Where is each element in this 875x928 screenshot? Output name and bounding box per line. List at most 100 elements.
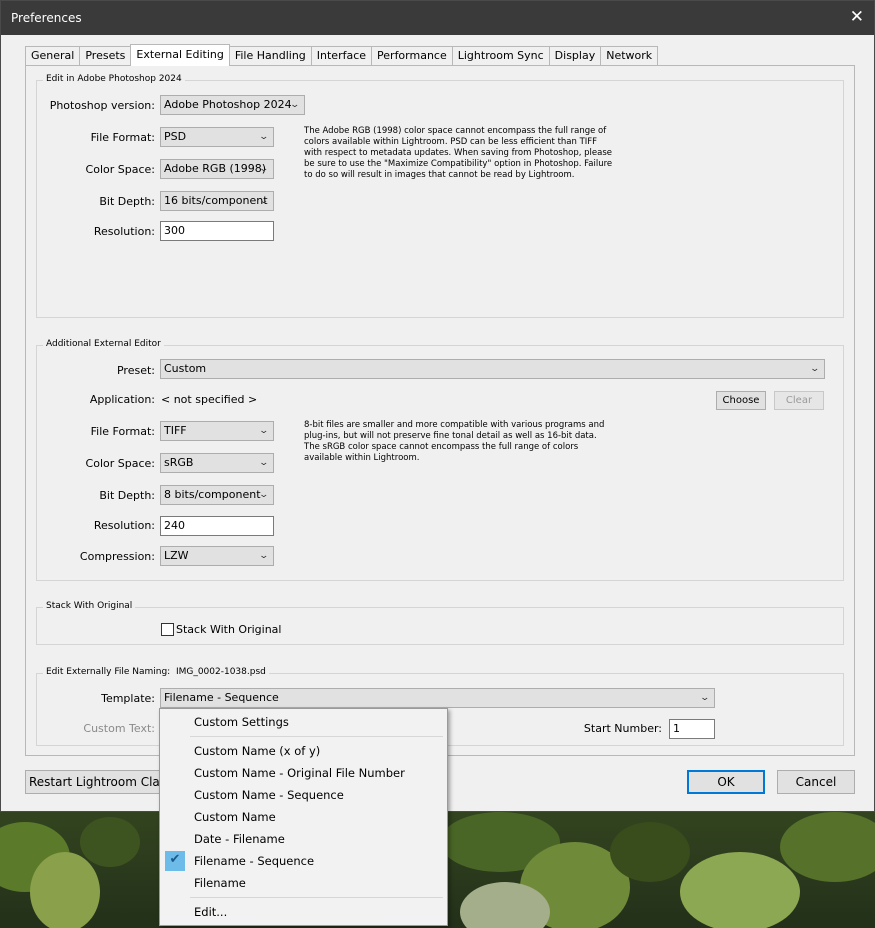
chevron-down-icon: ⌄ — [258, 426, 270, 436]
preset-label: Preset: — [116, 364, 155, 377]
ae-resolution-label: Resolution: — [93, 519, 155, 532]
ae-file-format-label: File Format: — [90, 425, 155, 438]
additional-editor-group-title: Additional External Editor — [43, 339, 164, 349]
ps-resolution-input[interactable]: 300 — [160, 221, 274, 241]
menu-item-custom-name-x-of-y[interactable]: Custom Name (x of y) — [194, 744, 320, 758]
photoshop-group: Edit in Adobe Photoshop 2024 — [36, 74, 844, 318]
tab-file-handling[interactable]: File Handling — [228, 46, 312, 66]
ps-color-space-value: Adobe RGB (1998) — [164, 162, 267, 175]
compression-dropdown[interactable]: LZW ⌄ — [160, 546, 274, 566]
application-label: Application: — [89, 393, 155, 406]
menu-item-custom-name-original-file-number[interactable]: Custom Name - Original File Number — [194, 766, 405, 780]
note-line: The sRGB color space cannot encompass th… — [304, 442, 579, 452]
note-line: plug-ins, but will not preserve fine ton… — [304, 431, 597, 441]
ok-button[interactable]: OK — [687, 770, 765, 794]
ae-file-format-value: TIFF — [164, 424, 187, 437]
photoshop-group-title: Edit in Adobe Photoshop 2024 — [43, 74, 185, 84]
tab-network[interactable]: Network — [600, 46, 659, 66]
chevron-down-icon: ⌄ — [258, 164, 270, 174]
photoshop-version-label: Photoshop version: — [49, 99, 155, 112]
menu-item-date-filename[interactable]: Date - Filename — [194, 832, 285, 846]
template-dropdown[interactable]: Filename - Sequence ⌄ — [160, 688, 715, 708]
ae-bit-depth-value: 8 bits/component — [164, 488, 261, 501]
chevron-down-icon: ⌄ — [258, 132, 270, 142]
clear-button[interactable]: Clear — [774, 391, 824, 410]
ae-color-space-dropdown[interactable]: sRGB ⌄ — [160, 453, 274, 473]
note-line: with respect to metadata updates. When s… — [304, 148, 612, 158]
tab-lightroom-sync[interactable]: Lightroom Sync — [451, 46, 550, 66]
tab-performance[interactable]: Performance — [371, 46, 453, 66]
stack-group: Stack With Original — [36, 601, 844, 645]
note-line: 8-bit files are smaller and more compati… — [304, 420, 605, 430]
file-naming-group-title: Edit Externally File Naming: IMG_0002-10… — [43, 667, 269, 677]
tab-display[interactable]: Display — [548, 46, 602, 66]
window-title: Preferences — [11, 11, 82, 25]
chevron-down-icon: ⌄ — [258, 490, 270, 500]
ps-file-format-dropdown[interactable]: PSD ⌄ — [160, 127, 274, 147]
preset-dropdown[interactable]: Custom ⌄ — [160, 359, 825, 379]
tab-interface[interactable]: Interface — [310, 46, 373, 66]
ae-resolution-input[interactable]: 240 — [160, 516, 274, 536]
tab-external-editing[interactable]: External Editing — [130, 44, 230, 66]
cancel-button[interactable]: Cancel — [777, 770, 855, 794]
menu-item-custom-name-sequence[interactable]: Custom Name - Sequence — [194, 788, 344, 802]
photoshop-version-value: Adobe Photoshop 2024 — [164, 98, 292, 111]
checkmark-icon: ✔ — [165, 851, 185, 871]
close-icon[interactable]: ✕ — [850, 7, 864, 27]
chevron-down-icon: ⌄ — [699, 693, 711, 703]
menu-separator — [190, 736, 443, 737]
file-naming-title-text: Edit Externally File Naming: — [46, 667, 171, 677]
chevron-down-icon: ⌄ — [809, 364, 821, 374]
chevron-down-icon: ⌄ — [258, 551, 270, 561]
menu-item-custom-name[interactable]: Custom Name — [194, 810, 276, 824]
template-label: Template: — [101, 692, 155, 705]
menu-item-edit[interactable]: Edit... — [194, 905, 227, 919]
menu-item-custom-settings[interactable]: Custom Settings — [194, 715, 289, 729]
compression-label: Compression: — [79, 550, 155, 563]
photoshop-version-dropdown[interactable]: Adobe Photoshop 2024 ⌄ — [160, 95, 305, 115]
note-line: colors available within Lightroom. PSD c… — [304, 137, 598, 147]
chevron-down-icon: ⌄ — [289, 100, 301, 110]
compression-value: LZW — [164, 549, 189, 562]
tab-general[interactable]: General — [25, 46, 81, 66]
external-editing-panel: Edit in Adobe Photoshop 2024 Photoshop v… — [25, 65, 855, 756]
file-naming-example: IMG_0002-1038.psd — [175, 667, 266, 677]
restart-lightroom-button[interactable]: Restart Lightroom Clas — [25, 770, 170, 794]
ps-bit-depth-value: 16 bits/component — [164, 194, 268, 207]
choose-button[interactable]: Choose — [716, 391, 766, 410]
ae-bit-depth-dropdown[interactable]: 8 bits/component ⌄ — [160, 485, 274, 505]
note-line: be sure to use the "Maximize Compatibili… — [304, 159, 613, 169]
tab-strip: General Presets External Editing File Ha… — [25, 44, 659, 66]
menu-separator — [190, 897, 443, 898]
menu-item-filename-sequence[interactable]: Filename - Sequence — [194, 854, 314, 868]
ae-color-space-value: sRGB — [164, 456, 194, 469]
start-number-input[interactable]: 1 — [669, 719, 715, 739]
chevron-down-icon: ⌄ — [258, 458, 270, 468]
ps-bit-depth-dropdown[interactable]: 16 bits/component ⌄ — [160, 191, 274, 211]
photoshop-note: The Adobe RGB (1998) color space cannot … — [304, 126, 624, 181]
stack-with-original-checkbox[interactable] — [161, 623, 174, 636]
ae-bit-depth-label: Bit Depth: — [99, 489, 155, 502]
note-line: The Adobe RGB (1998) color space cannot … — [304, 126, 607, 136]
preferences-window: Preferences ✕ General Presets External E… — [0, 0, 875, 812]
ps-color-space-label: Color Space: — [85, 163, 155, 176]
preset-value: Custom — [164, 362, 207, 375]
custom-text-label: Custom Text: — [83, 722, 155, 735]
ae-color-space-label: Color Space: — [85, 457, 155, 470]
ps-bit-depth-label: Bit Depth: — [99, 195, 155, 208]
template-dropdown-menu: Custom Settings Custom Name (x of y) Cus… — [159, 708, 448, 926]
note-line: available within Lightroom. — [304, 453, 420, 463]
template-value: Filename - Sequence — [164, 691, 279, 704]
ps-file-format-value: PSD — [164, 130, 187, 143]
chevron-down-icon: ⌄ — [258, 196, 270, 206]
tab-presets[interactable]: Presets — [79, 46, 132, 66]
application-value: < not specified > — [161, 393, 258, 406]
note-line: to do so will result in images that cann… — [304, 170, 575, 180]
menu-item-filename[interactable]: Filename — [194, 876, 246, 890]
title-bar: Preferences ✕ — [1, 1, 874, 35]
ae-file-format-dropdown[interactable]: TIFF ⌄ — [160, 421, 274, 441]
additional-editor-note: 8-bit files are smaller and more compati… — [304, 420, 624, 464]
ps-color-space-dropdown[interactable]: Adobe RGB (1998) ⌄ — [160, 159, 274, 179]
start-number-label: Start Number: — [583, 722, 662, 735]
stack-with-original-label: Stack With Original — [176, 623, 282, 636]
